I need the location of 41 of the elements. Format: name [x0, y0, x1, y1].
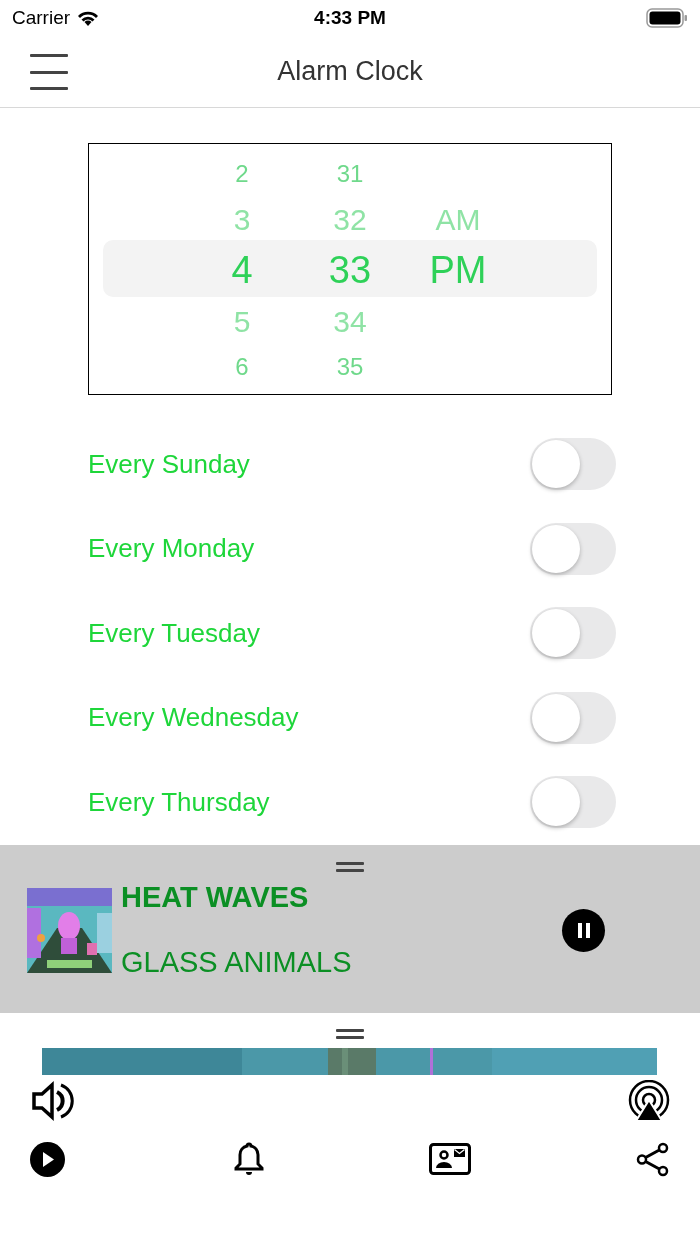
airplay-icon[interactable] — [627, 1080, 671, 1122]
contact-card-icon[interactable] — [429, 1143, 471, 1175]
alarm-toggle[interactable] — [530, 691, 616, 744]
menu-button[interactable] — [30, 54, 68, 90]
picker-value[interactable]: 5 — [233, 296, 251, 347]
alarm-label: Every Monday — [88, 533, 255, 565]
wifi-icon — [76, 9, 101, 27]
alarm-toggle[interactable] — [530, 438, 616, 491]
picker-value[interactable]: 2 — [235, 154, 249, 194]
bell-icon[interactable] — [234, 1142, 264, 1177]
song-title: HEAT WAVES — [121, 881, 309, 914]
artist-name: GLASS ANIMALS — [121, 946, 352, 979]
alarm-label: Every Wednesday — [88, 702, 299, 734]
picker-value[interactable]: PM — [429, 245, 487, 296]
volume-icon[interactable] — [32, 1081, 74, 1121]
picker-value[interactable]: 34 — [333, 296, 367, 347]
picker-value[interactable]: 31 — [336, 154, 364, 194]
picker-value[interactable]: 33 — [328, 245, 372, 296]
drag-handle[interactable] — [336, 862, 364, 872]
pause-button[interactable] — [562, 909, 605, 952]
time-picker[interactable]: 2 3 4 5 6 31 32 33 34 35 AM PM — [88, 143, 612, 395]
now-playing-bar[interactable]: HEAT WAVES GLASS ANIMALS — [0, 845, 700, 1013]
clock-time: 4:33 PM — [314, 7, 386, 29]
picker-value[interactable]: 35 — [336, 347, 364, 387]
play-icon[interactable] — [30, 1142, 65, 1177]
alarm-label: Every Thursday — [88, 786, 270, 818]
alarm-label: Every Sunday — [88, 448, 250, 480]
picker-value[interactable]: 6 — [235, 347, 249, 387]
carrier-label: Carrier — [12, 7, 71, 29]
alarm-toggle[interactable] — [530, 776, 616, 829]
share-icon[interactable] — [636, 1142, 669, 1177]
battery-icon — [646, 8, 688, 28]
drag-handle[interactable] — [336, 1029, 364, 1039]
screen-title: Alarm Clock — [277, 56, 423, 87]
picker-value[interactable]: 32 — [333, 194, 367, 245]
picker-value[interactable]: 3 — [233, 194, 251, 245]
alarm-toggle[interactable] — [530, 522, 616, 575]
alarm-toggle[interactable] — [530, 607, 616, 660]
alarm-label: Every Tuesday — [88, 617, 260, 649]
picker-value[interactable]: AM — [435, 194, 481, 245]
picker-value[interactable]: 4 — [231, 245, 253, 296]
